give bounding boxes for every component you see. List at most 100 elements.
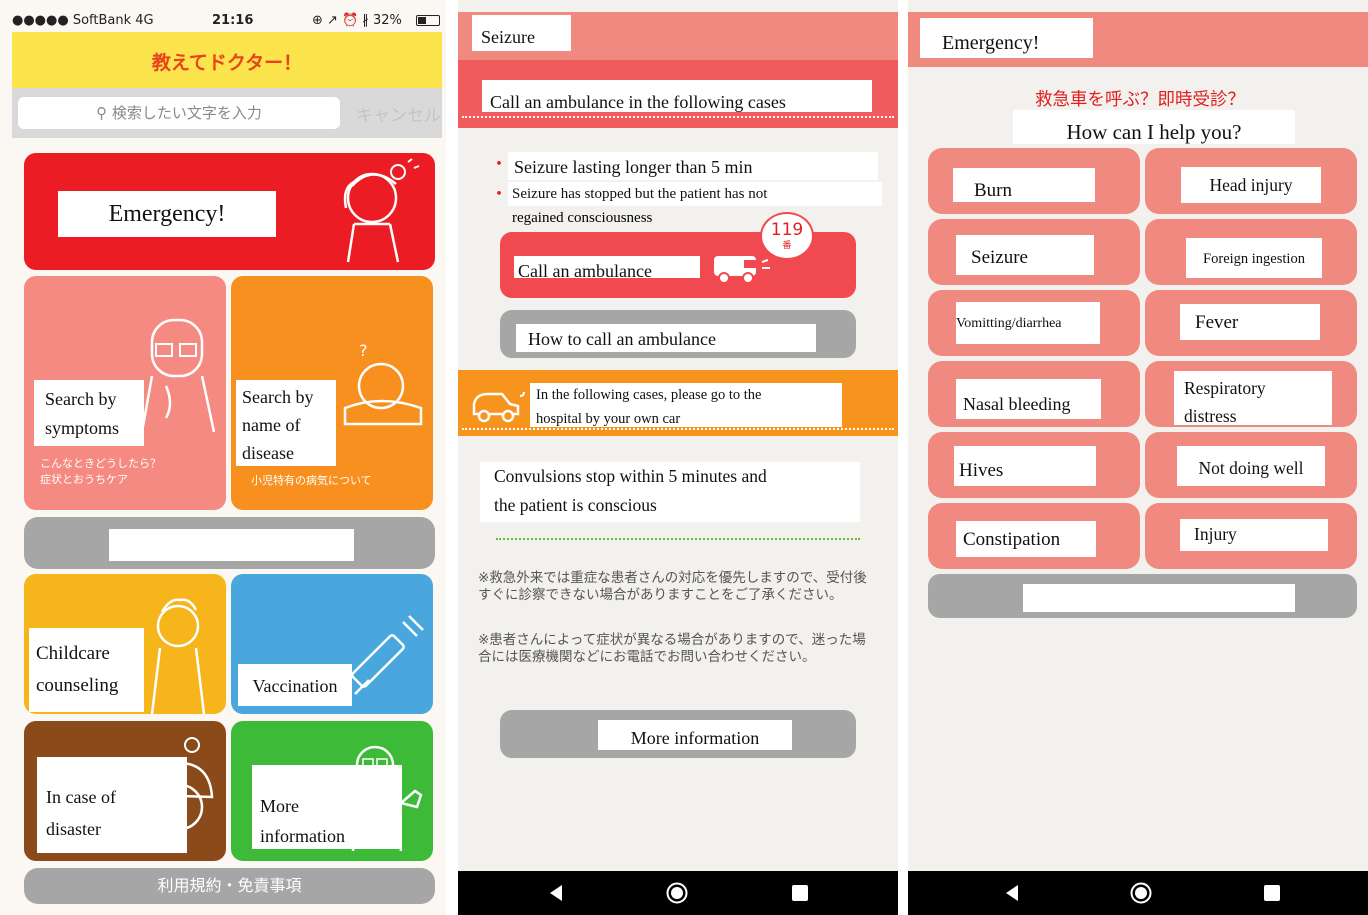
seizure-button[interactable]: Seizure [928, 219, 1140, 285]
app-header: 教えてドクター！ [12, 32, 442, 88]
hives-button[interactable]: Hives [928, 432, 1140, 498]
head-injury-label: Head injury [1181, 167, 1321, 203]
not-doing-well-button[interactable]: Not doing well [1145, 432, 1357, 498]
android-nav-bar [908, 871, 1368, 915]
disaster-tile[interactable]: In case of disaster [24, 721, 226, 861]
more-information-tile[interactable]: More information [231, 721, 433, 861]
own-car-text: In the following cases, please go to the… [530, 383, 842, 427]
burn-button[interactable]: Burn [928, 148, 1140, 214]
respiratory-distress-button[interactable]: Respiratory distress [1145, 361, 1357, 427]
search-by-disease-tile[interactable]: ? Search by name of disease 小児特有の病気について [231, 276, 433, 510]
injury-button[interactable]: Injury [1145, 503, 1357, 569]
question-jp: 救急車を呼ぶ？即時受診？ [1035, 90, 1245, 110]
ambulance-cases-title: Call an ambulance in the following cases [482, 80, 872, 112]
bullet-list: ・ Seizure lasting longer than 5 min ・ Se… [490, 150, 890, 230]
right-screen: Emergency! 救急車を呼ぶ？即時受診？ How can I help y… [908, 0, 1368, 915]
constipation-label: Constipation [956, 521, 1096, 557]
bullet-dot: ・ [490, 154, 508, 174]
disease-subtitle: 小児特有の病気について [251, 474, 372, 487]
badge-119: 119 番 [760, 212, 814, 260]
disaster-label: In case of disaster [37, 757, 187, 853]
status-time: 21:16 [212, 13, 254, 28]
terms-button[interactable]: 利用規約・免責事項 [24, 868, 435, 904]
back-icon[interactable] [1002, 883, 1022, 903]
sick-child-in-bed-icon: ? [343, 341, 423, 426]
own-car-banner: In the following cases, please go to the… [458, 370, 898, 436]
middle-screen: Seizure Call an ambulance in the followi… [458, 0, 898, 915]
search-placeholder: 検索したい文字を入力 [111, 104, 262, 122]
symptoms-subtitle: こんなときどうしたら？ 症状とおうちケア [40, 457, 161, 486]
gray-bottom-button[interactable] [928, 574, 1357, 618]
nasal-bleeding-button[interactable]: Nasal bleeding [928, 361, 1140, 427]
call-ambulance-button[interactable]: Call an ambulance 119 番 [500, 212, 856, 298]
ambulance-icon [714, 256, 770, 284]
injury-label: Injury [1180, 519, 1328, 551]
emergency-label: Emergency! [58, 191, 276, 237]
recents-icon[interactable] [1264, 885, 1280, 901]
more-information-button[interactable]: More information [500, 710, 856, 758]
terms-label: 利用規約・免責事項 [157, 876, 302, 895]
father-figure-icon [150, 598, 206, 714]
dotted-divider [462, 116, 894, 118]
cancel-button[interactable]: キャンセル [356, 101, 441, 126]
search-bar: ⚲ 検索したい文字を入力 キャンセル [12, 88, 442, 138]
disease-label: Search by name of disease [236, 380, 336, 466]
how-to-call-button[interactable]: How to call an ambulance [500, 310, 856, 358]
fever-button[interactable]: Fever [1145, 290, 1357, 356]
bullet-item-2-cont: regained consciousness [512, 210, 653, 226]
status-right: ⊕ ↗ ⏰ ∦ 32% [312, 13, 402, 28]
respiratory-distress-label: Respiratory distress [1174, 371, 1332, 426]
bullet-dot: ・ [490, 184, 508, 204]
emergency-header: Emergency! [908, 12, 1368, 67]
ambulance-cases-header: Call an ambulance in the following cases [458, 60, 898, 128]
search-input[interactable]: ⚲ 検索したい文字を入力 [18, 97, 340, 129]
vaccination-label: Vaccination [238, 664, 352, 706]
burn-label: Burn [953, 168, 1095, 202]
constipation-button[interactable]: Constipation [928, 503, 1140, 569]
home-icon[interactable] [1130, 882, 1152, 904]
seizure-header: Seizure [458, 12, 898, 60]
home-icon[interactable] [666, 882, 688, 904]
search-by-symptoms-tile[interactable]: Search by symptoms こんなときどうしたら？ 症状とおうちケア [24, 276, 226, 510]
vaccination-tile[interactable]: Vaccination [231, 574, 433, 714]
syringe-icon [351, 615, 424, 695]
emergency-tile[interactable]: Emergency! [24, 153, 435, 270]
doctor-thinking-icon [140, 318, 216, 433]
seizure-label: Seizure [956, 235, 1094, 275]
app-title: 教えてドクター！ [151, 52, 303, 74]
more-information-label: More information [598, 720, 792, 750]
green-dotted-divider [496, 538, 860, 540]
seizure-title: Seizure [472, 15, 571, 51]
childcare-counseling-tile[interactable]: Childcare counseling [24, 574, 226, 714]
vomiting-label: Vomitting/diarrhea [956, 302, 1100, 344]
gray-banner-button[interactable] [24, 517, 435, 569]
condition-text: Convulsions stop within 5 minutes and th… [480, 462, 860, 522]
car-icon [472, 391, 525, 423]
dotted-divider [462, 428, 894, 430]
svg-text:?: ? [359, 341, 368, 360]
left-screen: ●●●●● SoftBank 4G 21:16 ⊕ ↗ ⏰ ∦ 32% 教えてド… [0, 0, 446, 915]
head-injury-button[interactable]: Head injury [1145, 148, 1357, 214]
symptoms-label: Search by symptoms [34, 380, 144, 446]
battery-icon [416, 15, 440, 26]
vomiting-button[interactable]: Vomitting/diarrhea [928, 290, 1140, 356]
fever-label: Fever [1180, 304, 1320, 340]
more-info-label: More information [252, 765, 402, 849]
not-doing-well-label: Not doing well [1177, 446, 1325, 486]
blank-label [1023, 584, 1295, 612]
emergency-title: Emergency! [920, 18, 1093, 58]
back-icon[interactable] [546, 883, 566, 903]
note-2: ※患者さんによって症状が異なる場合がありますので、迷った場合には医療機関などにお… [478, 632, 866, 665]
note-1: ※救急外来では重症な患者さんの対応を優先しますので、受付後すぐに診察できない場合… [478, 570, 867, 603]
bullet-item-2: Seizure has stopped but the patient has … [508, 182, 882, 206]
foreign-ingestion-button[interactable]: Foreign ingestion [1145, 219, 1357, 285]
foreign-ingestion-label: Foreign ingestion [1186, 238, 1322, 278]
how-to-call-label: How to call an ambulance [516, 324, 816, 352]
status-carrier: ●●●●● SoftBank 4G [12, 13, 154, 28]
search-icon: ⚲ [96, 104, 108, 122]
bullet-item-1: Seizure lasting longer than 5 min [508, 152, 878, 180]
nasal-bleeding-label: Nasal bleeding [956, 379, 1101, 419]
recents-icon[interactable] [792, 885, 808, 901]
mother-on-phone-icon [343, 158, 420, 263]
hives-label: Hives [954, 446, 1096, 486]
